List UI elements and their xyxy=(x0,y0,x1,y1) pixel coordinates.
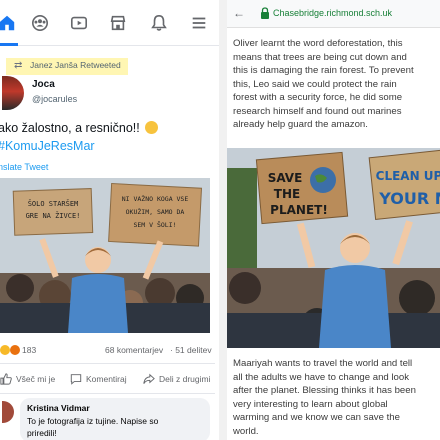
like-button[interactable]: Všeč mi je xyxy=(0,373,55,385)
hashtag-link[interactable]: #KomuJeResMar xyxy=(0,139,95,153)
text-line: after the planet. Blessing thinks it has… xyxy=(233,385,416,396)
commenter-avatar[interactable] xyxy=(2,401,14,423)
text-line: Maariyah wants to travel the world and t… xyxy=(233,358,413,369)
save-sign-line2: THE xyxy=(274,187,300,201)
hashtag-text: KomuJeResMar xyxy=(4,139,95,153)
share-count-text: 51 delitev xyxy=(175,345,212,355)
clean-sign-line1: CLEAN UP xyxy=(376,169,440,183)
haha-reaction-icon xyxy=(0,345,10,355)
article-paragraph-2: Maariyah wants to travel the world and t… xyxy=(233,357,440,438)
comment-button[interactable]: Komentiraj xyxy=(70,373,127,385)
share-label: Deli z drugimi xyxy=(159,374,211,384)
share-count[interactable]: · 51 delitev xyxy=(170,345,212,355)
share-icon xyxy=(143,373,155,384)
thumbs-up-icon xyxy=(0,373,12,385)
divider xyxy=(0,393,215,394)
clean-sign-line2: YOUR M xyxy=(378,189,440,208)
text-line: warming and we know we can save the xyxy=(233,412,400,423)
text-line: very interesting to learn about global xyxy=(233,398,388,410)
text-line: already help guard the amazon. xyxy=(233,119,368,130)
comment-label: Komentiraj xyxy=(86,374,127,384)
translate-tweet-link[interactable]: nslate Tweet xyxy=(0,162,48,172)
text-line: means that trees are being cut down and xyxy=(233,51,407,63)
sad-face-emoji xyxy=(145,121,159,134)
author-handle[interactable]: @jocarules xyxy=(32,94,77,104)
panel-separator xyxy=(219,0,227,440)
menu-icon[interactable] xyxy=(188,12,210,34)
right-sign-line3: SEM V ŠOLI! xyxy=(133,220,176,229)
text-line: all the adults we have to change and loo… xyxy=(233,371,410,383)
groups-icon[interactable] xyxy=(29,12,51,34)
facebook-top-nav xyxy=(0,0,219,46)
author-name[interactable]: Joca xyxy=(32,79,55,90)
browser-address-bar[interactable]: ← Chasebridge.richmond.sch.uk xyxy=(227,0,440,28)
lock-icon xyxy=(261,7,269,19)
avatar[interactable] xyxy=(2,76,24,110)
left-sign-line1: ŠOLO STARŠEM xyxy=(28,199,79,208)
divider xyxy=(0,363,215,364)
comment-icon xyxy=(70,374,82,385)
text-line: this, Leo said we could protect the rain xyxy=(233,78,397,90)
marketplace-icon[interactable] xyxy=(107,12,129,34)
like-label: Všeč mi je xyxy=(16,374,56,384)
save-sign-line1: SAVE xyxy=(268,171,303,185)
text-line: world. xyxy=(233,425,259,437)
save-sign-line3: PLANET! xyxy=(270,203,328,217)
url-text[interactable]: Chasebridge.richmond.sch.uk xyxy=(273,8,392,18)
home-icon[interactable] xyxy=(0,12,18,34)
left-sign-line2: GRE NA ŽIVCE! xyxy=(26,211,81,220)
share-button[interactable]: Deli z drugimi xyxy=(143,373,211,385)
retweet-icon: ⇄ xyxy=(14,60,23,71)
comment-text-line1: To je fotografija iz tujine. Napise so xyxy=(27,416,159,426)
sad-reaction-icon xyxy=(10,345,20,355)
retweet-label: Janez Janša Retweeted xyxy=(30,60,121,70)
tweet-text-body: ako žalostno, a resnično!! xyxy=(0,121,140,135)
facebook-panel: ⇄ Janez Janša Retweeted Joca @jocarules … xyxy=(0,0,219,440)
text-line: research himself and found out marines xyxy=(233,105,402,117)
notifications-icon[interactable] xyxy=(148,12,170,34)
right-sign-line2: OKUŽIM, SAMO DA xyxy=(126,207,185,216)
text-line: this is damaging the rain forest. To pre… xyxy=(233,65,414,76)
tweet-text: ako žalostno, a resnično!! xyxy=(0,121,159,135)
article-paragraph-1: Oliver learnt the word deforestation, th… xyxy=(233,37,440,132)
browser-panel: ← Chasebridge.richmond.sch.uk Oliver lea… xyxy=(227,0,440,440)
comment-text-line2: prirediliǃ xyxy=(27,428,57,438)
right-sign-line1: NI VAŽNO KOGA VSE xyxy=(122,194,189,203)
text-line: Oliver learnt the word deforestation, th… xyxy=(233,38,403,49)
video-icon[interactable] xyxy=(68,12,90,34)
protest-photo[interactable]: ŠOLO STARŠEM GRE NA ŽIVCE! NI VAŽNO KOGA… xyxy=(0,178,210,333)
comment-count[interactable]: 68 komentarjev xyxy=(105,345,163,355)
back-arrow-icon[interactable]: ← xyxy=(233,6,245,20)
reaction-count[interactable]: 183 xyxy=(22,345,36,355)
active-tab-indicator xyxy=(0,43,18,46)
text-line: forest with a security force, he did som… xyxy=(233,92,403,103)
commenter-name[interactable]: Kristina Vidmar xyxy=(27,403,90,413)
protest-photo-original[interactable]: SAVE THE PLANET! CLEAN UP YOUR M xyxy=(227,148,440,348)
